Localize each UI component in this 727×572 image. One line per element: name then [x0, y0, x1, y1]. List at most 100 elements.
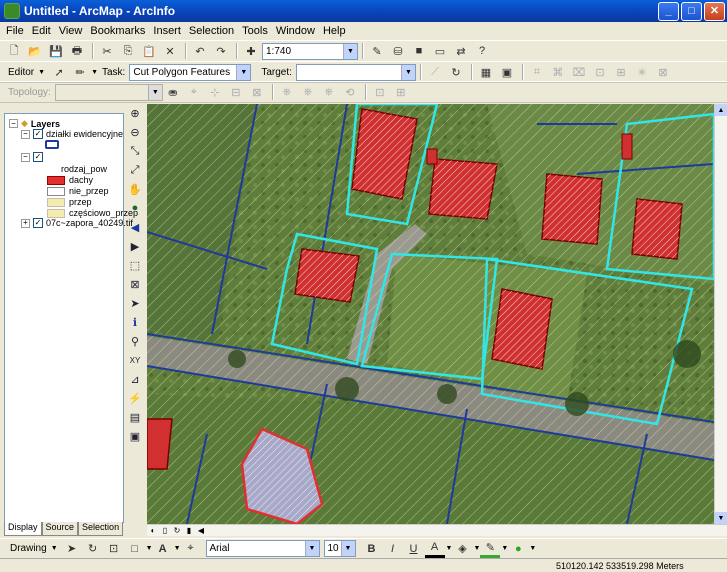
collapse-icon[interactable]: −	[21, 129, 30, 139]
validate-topology-icon[interactable]: ⎈	[277, 83, 297, 101]
open-icon[interactable]: 📂	[25, 42, 45, 60]
map-horizontal-scrollbar[interactable]: ◐ ▯ ↻ ▮ ◀	[147, 524, 727, 536]
map-canvas[interactable]	[147, 104, 714, 524]
text-icon[interactable]: A	[153, 540, 173, 558]
delete-icon[interactable]: ✕	[160, 42, 180, 60]
model-builder-icon[interactable]: ⇄	[451, 42, 471, 60]
chevron-down-icon[interactable]: ▼	[340, 541, 355, 556]
construct-features-icon[interactable]: ⊟	[226, 83, 246, 101]
menu-bookmarks[interactable]: Bookmarks	[90, 25, 145, 37]
italic-button[interactable]: I	[383, 540, 403, 558]
new-document-icon[interactable]: 🗋	[4, 42, 24, 60]
validate-area-icon[interactable]: ⎈	[298, 83, 318, 101]
find-icon[interactable]: ⚲	[126, 332, 144, 350]
undo-icon[interactable]: ↶	[190, 42, 210, 60]
scroll-left-icon[interactable]: ◀	[195, 525, 207, 536]
marker-color-dropdown-icon[interactable]: ▼	[529, 545, 536, 552]
cut-icon[interactable]: ✂	[97, 42, 117, 60]
edit-vertices-icon[interactable]: ⌖	[181, 540, 201, 558]
sketch-properties-icon[interactable]: ▣	[497, 63, 517, 81]
text-dropdown-icon[interactable]: ▼	[174, 545, 181, 552]
zoom-in-icon[interactable]: ⊕	[126, 104, 144, 122]
select-elements-icon[interactable]: ➤	[62, 540, 82, 558]
planarize-icon[interactable]: ⊠	[247, 83, 267, 101]
explode-icon[interactable]: ✳	[632, 63, 652, 81]
fixed-zoom-in-icon[interactable]: ⤡	[126, 142, 144, 160]
pan-icon[interactable]: ✋	[126, 180, 144, 198]
topology-edit-icon[interactable]: ⌖	[184, 83, 204, 101]
error-inspector-icon[interactable]: ⊡	[370, 83, 390, 101]
permeable-swatch[interactable]	[47, 197, 65, 207]
layer-visibility-checkbox[interactable]: ✓	[33, 218, 43, 228]
reshape-icon[interactable]: ⌘	[548, 63, 568, 81]
maximize-button[interactable]: □	[681, 1, 702, 21]
menu-insert[interactable]: Insert	[153, 25, 181, 37]
select-elements-icon[interactable]: ➤	[126, 294, 144, 312]
menu-help[interactable]: Help	[323, 25, 346, 37]
tab-selection[interactable]: Selection	[78, 522, 124, 536]
buffer-icon[interactable]: ⊠	[653, 63, 673, 81]
scroll-down-icon[interactable]: ▼	[715, 512, 727, 524]
map-vertical-scrollbar[interactable]: ▲ ▼	[714, 104, 727, 524]
chevron-down-icon[interactable]: ▼	[400, 64, 415, 80]
cut-polygons-icon[interactable]: ⌧	[569, 63, 589, 81]
full-extent-icon[interactable]: ●	[126, 199, 144, 217]
bold-button[interactable]: B	[362, 540, 382, 558]
command-line-icon[interactable]: ▭	[430, 42, 450, 60]
menu-edit[interactable]: Edit	[32, 25, 51, 37]
whats-this-icon[interactable]: ?	[472, 42, 492, 60]
menu-file[interactable]: File	[6, 25, 24, 37]
data-view-icon[interactable]: ◐	[147, 525, 159, 536]
collapse-icon[interactable]: −	[21, 152, 30, 162]
edit-vertices-icon[interactable]: ⌗	[527, 63, 547, 81]
legend-class-row[interactable]: nie_przep	[47, 186, 109, 196]
attributes-icon[interactable]: ▦	[476, 63, 496, 81]
line-color-icon[interactable]: ✎	[480, 540, 501, 558]
print-icon[interactable]: 🖶	[67, 42, 87, 60]
font-color-dropdown-icon[interactable]: ▼	[446, 545, 453, 552]
fix-topology-error-icon[interactable]: ⟲	[340, 83, 360, 101]
minimize-button[interactable]: _	[658, 1, 679, 21]
toc-root-row[interactable]: − ◆ Layers	[9, 118, 60, 129]
fill-color-dropdown-icon[interactable]: ▼	[473, 545, 480, 552]
layout-view-icon[interactable]: ▯	[159, 525, 171, 536]
add-data-icon[interactable]: ✚	[241, 42, 261, 60]
parcel-outline-swatch[interactable]	[45, 140, 59, 149]
font-size-combo[interactable]: 10 ▼	[323, 540, 356, 557]
sketch-tool-icon[interactable]: ✏	[70, 63, 90, 81]
zoom-whole-page-icon[interactable]: ⊡	[104, 540, 124, 558]
rectangle-icon[interactable]: □	[125, 540, 145, 558]
time-slider-icon[interactable]: ▣	[126, 427, 144, 445]
collapse-icon[interactable]: −	[9, 119, 18, 128]
editor-dropdown-icon[interactable]: ▼	[38, 69, 45, 76]
save-icon[interactable]: 💾	[46, 42, 66, 60]
go-to-xy-icon[interactable]: XY	[126, 351, 144, 369]
font-combo[interactable]: Arial ▼	[205, 540, 320, 557]
fixed-zoom-out-icon[interactable]: ⤢	[126, 161, 144, 179]
marker-color-icon[interactable]: ●	[508, 540, 528, 558]
rectangle-dropdown-icon[interactable]: ▼	[146, 545, 153, 552]
legend-class-row[interactable]: częściowo_przep	[47, 208, 138, 218]
copy-icon[interactable]: ⎘	[118, 42, 138, 60]
trim-icon[interactable]: ⊡	[590, 63, 610, 81]
pause-drawing-icon[interactable]: ▮	[183, 525, 195, 536]
select-features-icon[interactable]: ⬚	[126, 256, 144, 274]
chevron-down-icon[interactable]: ▼	[343, 43, 357, 59]
refresh-icon[interactable]: ↻	[171, 525, 183, 536]
menu-view[interactable]: View	[59, 25, 83, 37]
close-button[interactable]: ✕	[704, 1, 725, 21]
tab-display[interactable]: Display	[4, 522, 42, 536]
toc-layer-row[interactable]: − ✓	[21, 152, 46, 162]
paste-icon[interactable]: 📋	[139, 42, 159, 60]
split-tool-icon[interactable]: ⟋	[425, 63, 445, 81]
map-scale-combo[interactable]: 1:740 ▼	[262, 42, 358, 60]
redo-icon[interactable]: ↷	[211, 42, 231, 60]
map-topology-icon[interactable]: ⛂	[163, 83, 183, 101]
legend-class-row[interactable]: dachy	[47, 175, 93, 185]
html-popup-icon[interactable]: ▤	[126, 408, 144, 426]
line-color-dropdown-icon[interactable]: ▼	[501, 545, 508, 552]
chevron-down-icon[interactable]: ▼	[304, 541, 319, 556]
go-forward-icon[interactable]: ▶	[126, 237, 144, 255]
chevron-down-icon[interactable]: ▼	[236, 64, 251, 80]
measure-icon[interactable]: ⊿	[126, 370, 144, 388]
